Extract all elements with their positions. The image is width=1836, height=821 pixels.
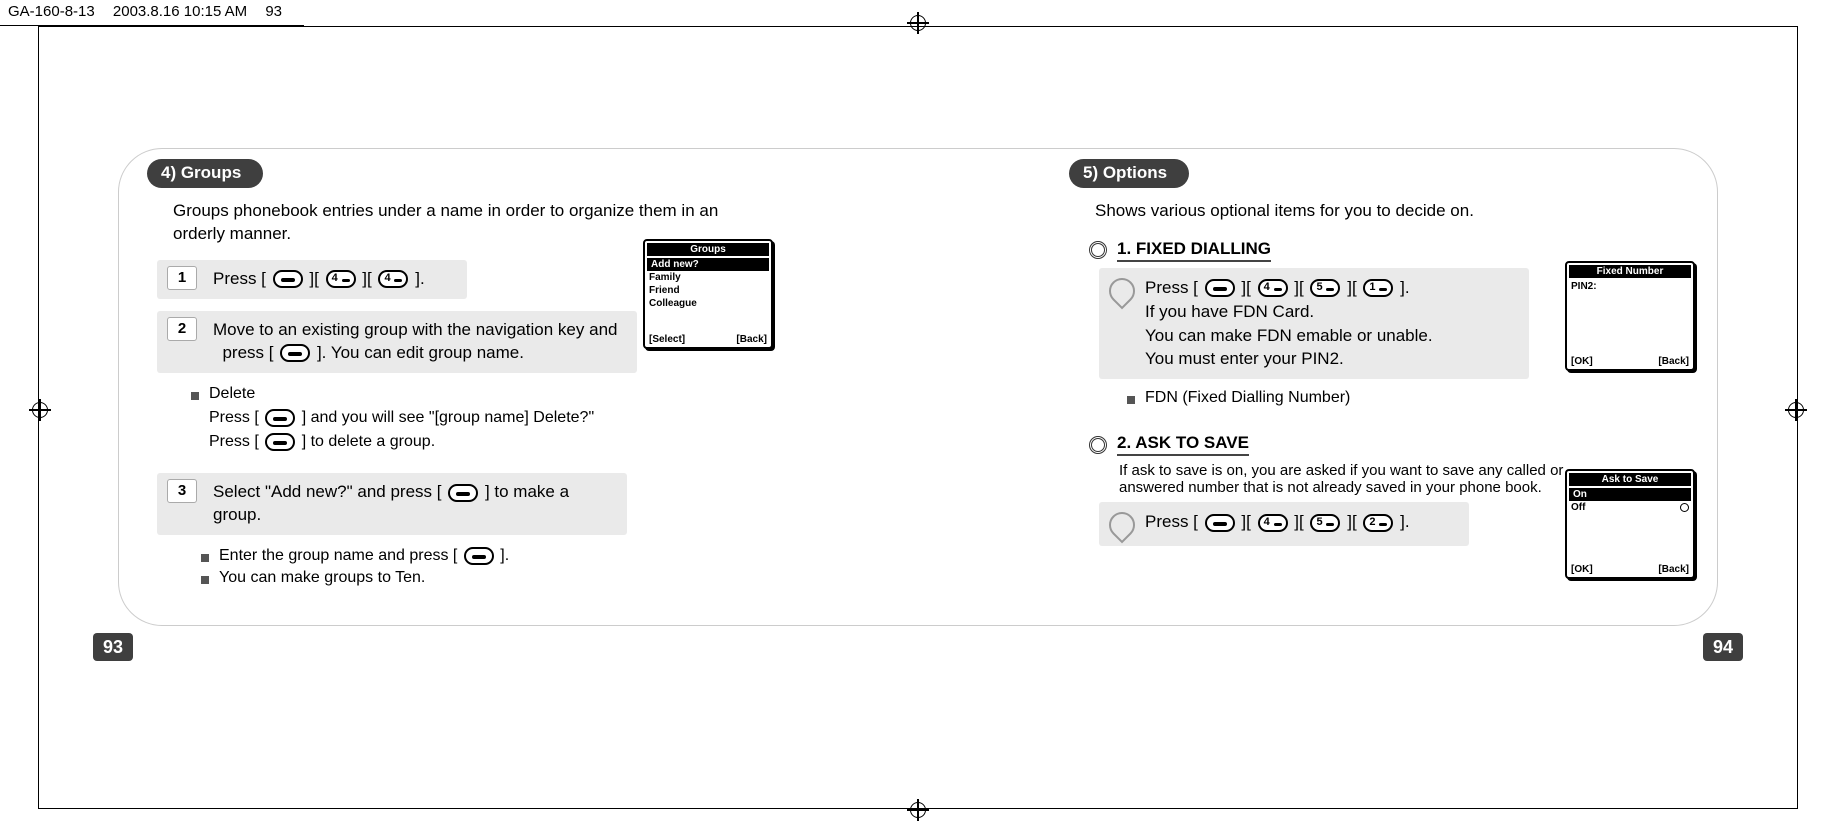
key-4-icon (378, 270, 408, 288)
phone-mock-ask-to-save: Ask to Save On Off [OK] [Back] (1565, 469, 1695, 579)
page-number-left: 93 (93, 633, 133, 661)
step-1: 1 Press [ ][ ][ ]. (157, 260, 467, 299)
fixed-dialling-heading: 1. FIXED DIALLING (1089, 239, 1689, 262)
ok-key-icon (464, 547, 494, 565)
key-4-icon (1258, 514, 1288, 532)
menu-key-icon (1205, 279, 1235, 297)
key-5-icon (1310, 279, 1340, 297)
list-item: Colleague (645, 297, 771, 310)
list-item: Family (645, 271, 771, 284)
options-lead: Shows various optional items for you to … (1095, 200, 1689, 223)
phone-mock-groups: Groups Add new? Family Friend Colleague … (643, 239, 773, 349)
step-3: 3 Select "Add new?" and press [ ] to mak… (157, 473, 627, 535)
step-3-number: 3 (167, 479, 197, 503)
group-bullet-1: Enter the group name and press [ ]. (201, 547, 767, 565)
radio-off-icon (1680, 503, 1689, 512)
mock-title: Groups (647, 243, 769, 256)
softkey-left: [Select] (649, 334, 685, 345)
section-groups-heading: 4) Groups (147, 159, 263, 188)
menu-key-icon (1205, 514, 1235, 532)
ok-key-icon (448, 484, 478, 502)
delete-line-2: Press [ ] to delete a group. (209, 433, 767, 451)
registration-mark-right-icon (1785, 399, 1807, 421)
page-number-right: 94 (1703, 633, 1743, 661)
ask-to-save-instruction: Press [ ][ ][ ][ ]. (1099, 502, 1469, 546)
key-2-icon (1363, 514, 1393, 532)
content-card: 4) Groups Groups phonebook entries under… (118, 148, 1718, 626)
phone-mock-fixed-number: Fixed Number PIN2: [OK] [Back] (1565, 261, 1695, 371)
doc-page-marker: 93 (265, 3, 282, 20)
delete-line-1: Press [ ] and you will see "[group name]… (209, 409, 767, 427)
right-column: 5) Options Shows various optional items … (1069, 159, 1689, 615)
list-item: On (1569, 488, 1691, 501)
registration-mark-left-icon (29, 399, 51, 421)
registration-mark-bottom-icon (907, 799, 929, 821)
mock-title: Fixed Number (1569, 265, 1691, 278)
section-options-heading: 5) Options (1069, 159, 1189, 188)
key-1-icon (1363, 279, 1393, 297)
doc-id: GA-160-8-13 (8, 3, 95, 20)
pin2-label: PIN2: (1567, 280, 1693, 293)
step-2-number: 2 (167, 317, 197, 341)
fdn-note: FDN (Fixed Dialling Number) (1127, 389, 1689, 407)
softkey-right: [Back] (1658, 564, 1689, 575)
step-1-number: 1 (167, 266, 197, 290)
ask-to-save-heading: 2. ASK TO SAVE (1089, 433, 1689, 456)
step-2: 2 Move to an existing group with the nav… (157, 311, 637, 373)
delete-heading: Delete (191, 385, 767, 403)
softkey-left: [OK] (1571, 564, 1593, 575)
doc-timestamp: 2003.8.16 10:15 AM (113, 3, 247, 20)
list-item: Friend (645, 284, 771, 297)
softkey-right: [Back] (1658, 356, 1689, 367)
key-4-icon (1258, 279, 1288, 297)
group-bullet-2: You can make groups to Ten. (201, 569, 767, 587)
softkey-left: [OK] (1571, 356, 1593, 367)
clear-key-icon (265, 409, 295, 427)
fixed-dialling-instruction: Press [ ][ ][ ][ ]. If you have FDN Card… (1099, 268, 1529, 379)
registration-mark-top-icon (907, 12, 929, 34)
key-5-icon (1310, 514, 1340, 532)
key-4-icon (326, 270, 356, 288)
running-header: GA-160-8-13 2003.8.16 10:15 AM 93 (0, 0, 304, 26)
list-item: Add new? (647, 258, 769, 271)
radio-on-icon (1678, 490, 1687, 499)
ok-key-icon (265, 433, 295, 451)
ok-key-icon (280, 344, 310, 362)
swirl-bullet-icon (1104, 273, 1141, 310)
left-column: 4) Groups Groups phonebook entries under… (147, 159, 767, 615)
list-item: Off (1567, 501, 1693, 514)
swirl-bullet-icon (1104, 507, 1141, 544)
menu-key-icon (273, 270, 303, 288)
page-frame: GA-160-8-13 2003.8.16 10:15 AM 93 4) Gro… (0, 0, 1836, 819)
mock-title: Ask to Save (1569, 473, 1691, 486)
softkey-right: [Back] (736, 334, 767, 345)
bullet-ring-icon (1089, 241, 1107, 259)
bullet-ring-icon (1089, 436, 1107, 454)
